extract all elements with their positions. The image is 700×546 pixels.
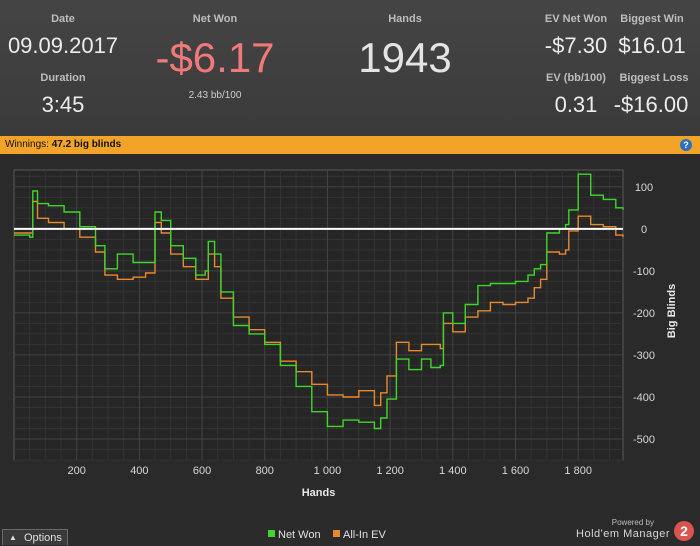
legend-swatch-net-won [268, 530, 275, 537]
net-won-value: -$6.17 [155, 34, 275, 81]
x-tick-label: 1 800 [564, 465, 592, 477]
brand-name: Hold'em Manager [576, 528, 670, 540]
legend-item-net-won: Net Won [268, 529, 321, 541]
y-tick-label: -400 [633, 392, 655, 404]
net-won-label: Net Won [192, 13, 238, 25]
powered-by-text: Powered by [611, 518, 654, 527]
y-tick-label: -100 [633, 266, 655, 278]
biggest-win-label: Biggest Win [620, 13, 684, 25]
biggest-win-value: $16.01 [618, 33, 686, 58]
duration-label: Duration [40, 72, 86, 84]
x-tick-label: 1 000 [314, 465, 342, 477]
help-icon[interactable]: ? [680, 139, 692, 151]
y-tick-label: 100 [635, 182, 653, 194]
ev-net-won-label: EV Net Won [544, 13, 608, 25]
biggest-loss-label: Biggest Loss [619, 72, 689, 84]
chart-area: 200 400 600 800 1 000 1 200 1 400 1 600 1 800 100… [0, 154, 700, 528]
y-axis-title: Big Blinds [666, 284, 678, 338]
legend-label-all-in-ev: All-In EV [343, 529, 386, 541]
options-button[interactable]: ▲ Options [2, 529, 68, 545]
duration-value: 3:45 [41, 92, 85, 117]
options-label: Options [24, 532, 62, 544]
holdem-manager-brand: Powered by Hold'em Manager 2 [548, 516, 698, 544]
y-tick-label: 0 [641, 224, 647, 236]
y-tick-label: -500 [633, 434, 655, 446]
x-tick-label: 800 [256, 465, 274, 477]
winnings-chart: 200 400 600 800 1 000 1 200 1 400 1 600 1 800 100… [13, 169, 678, 499]
x-tick-label: 1 400 [439, 465, 467, 477]
ev-bb100-label: EV (bb/100) [546, 72, 606, 84]
date-label: Date [51, 13, 75, 25]
winnings-value: 47.2 big blinds [51, 139, 122, 150]
winnings-prefix: Winnings: [5, 139, 49, 150]
expand-up-icon: ▲ [9, 533, 17, 542]
stats-panel: Date 09.09.2017 Duration 3:45 Net Won -$… [0, 0, 700, 136]
winnings-text: Winnings: 47.2 big blinds [5, 136, 121, 154]
y-tick-label: -300 [633, 350, 655, 362]
biggest-loss-value: -$16.00 [613, 92, 689, 117]
legend-item-all-in-ev: All-In EV [333, 529, 386, 541]
ev-net-won-value: -$7.30 [544, 33, 608, 58]
x-tick-label: 1 200 [376, 465, 404, 477]
legend-label-net-won: Net Won [278, 529, 321, 541]
y-tick-label: -200 [633, 308, 655, 320]
winnings-bar: Winnings: 47.2 big blinds ? [0, 136, 700, 154]
hands-label: Hands [388, 13, 422, 25]
net-won-bb100: 2.43 bb/100 [188, 90, 242, 101]
x-tick-label: 400 [130, 465, 148, 477]
x-axis-title: Hands [302, 487, 336, 499]
x-tick-label: 600 [193, 465, 211, 477]
legend-swatch-all-in-ev [333, 530, 340, 537]
date-value: 09.09.2017 [7, 33, 119, 58]
hands-value: 1943 [358, 34, 452, 81]
x-tick-label: 1 600 [502, 465, 530, 477]
holdem-manager-logo-icon: 2 [674, 521, 694, 541]
ev-bb100-value: 0.31 [554, 92, 598, 117]
x-tick-label: 200 [68, 465, 86, 477]
